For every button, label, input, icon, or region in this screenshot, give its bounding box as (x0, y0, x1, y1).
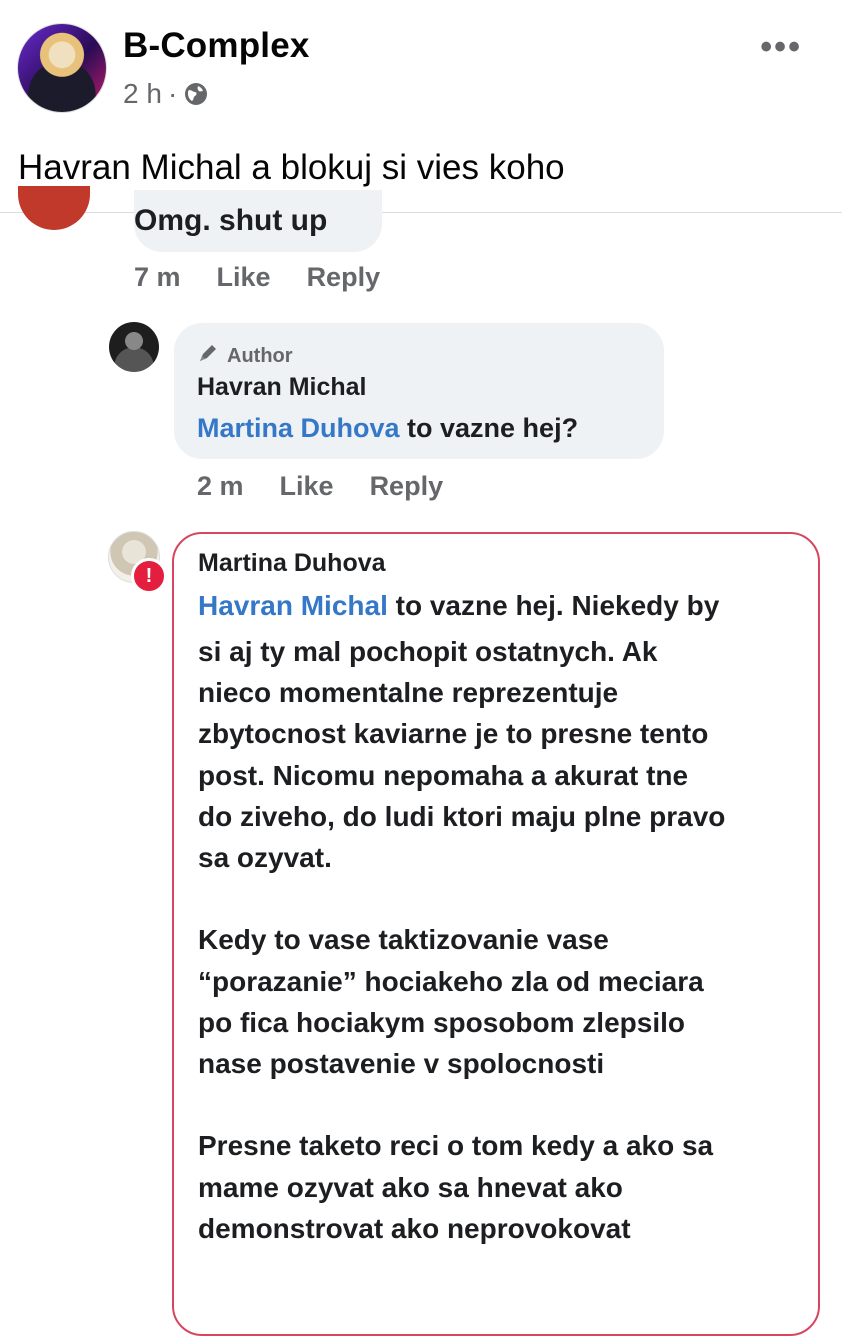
reply-button[interactable]: Reply (370, 471, 444, 502)
comment-body: to vazne hej? (399, 413, 579, 443)
post-caption: Havran Michal a blokuj si vies koho (18, 148, 565, 187)
comment-body: si aj ty mal pochopit ostatnych. Ak niec… (198, 636, 726, 1244)
commenter-avatar[interactable] (18, 186, 90, 230)
post-time[interactable]: 2 h (123, 78, 162, 110)
author-badge: Author (197, 342, 293, 370)
more-options-icon[interactable]: ••• (760, 28, 802, 67)
comment-author[interactable]: Havran Michal (197, 373, 367, 402)
post-meta: 2 h · (123, 78, 209, 110)
meta-separator: · (167, 78, 178, 109)
alert-icon: ! (131, 558, 167, 594)
like-button[interactable]: Like (217, 262, 271, 293)
page-avatar[interactable] (17, 23, 107, 113)
like-button[interactable]: Like (280, 471, 334, 502)
comment-actions: 2 m Like Reply (197, 471, 443, 502)
comment-first-line: Havran Michal to vazne hej. Niekedy by (198, 590, 719, 622)
comment-time[interactable]: 2 m (197, 471, 244, 502)
page-name[interactable]: B-Complex (123, 26, 310, 66)
comment-author[interactable]: Martina Duhova (198, 549, 386, 578)
reply-button[interactable]: Reply (307, 262, 381, 293)
havran-avatar[interactable] (109, 322, 159, 372)
comment-text: Omg. shut up (134, 204, 328, 237)
mention-link[interactable]: Martina Duhova (197, 413, 400, 443)
pen-icon (197, 342, 221, 370)
comment-first-line-text: to vazne hej. Niekedy by (387, 590, 720, 621)
mention-link[interactable]: Havran Michal (198, 590, 388, 621)
author-badge-label: Author (227, 344, 293, 367)
comment-text: Martina Duhova to vazne hej? (197, 413, 578, 444)
comment-actions: 7 m Like Reply (134, 262, 380, 293)
divider (0, 212, 842, 213)
comment-time[interactable]: 7 m (134, 262, 181, 293)
post-header: B-Complex 2 h · ••• (0, 0, 842, 130)
globe-icon (183, 81, 209, 107)
